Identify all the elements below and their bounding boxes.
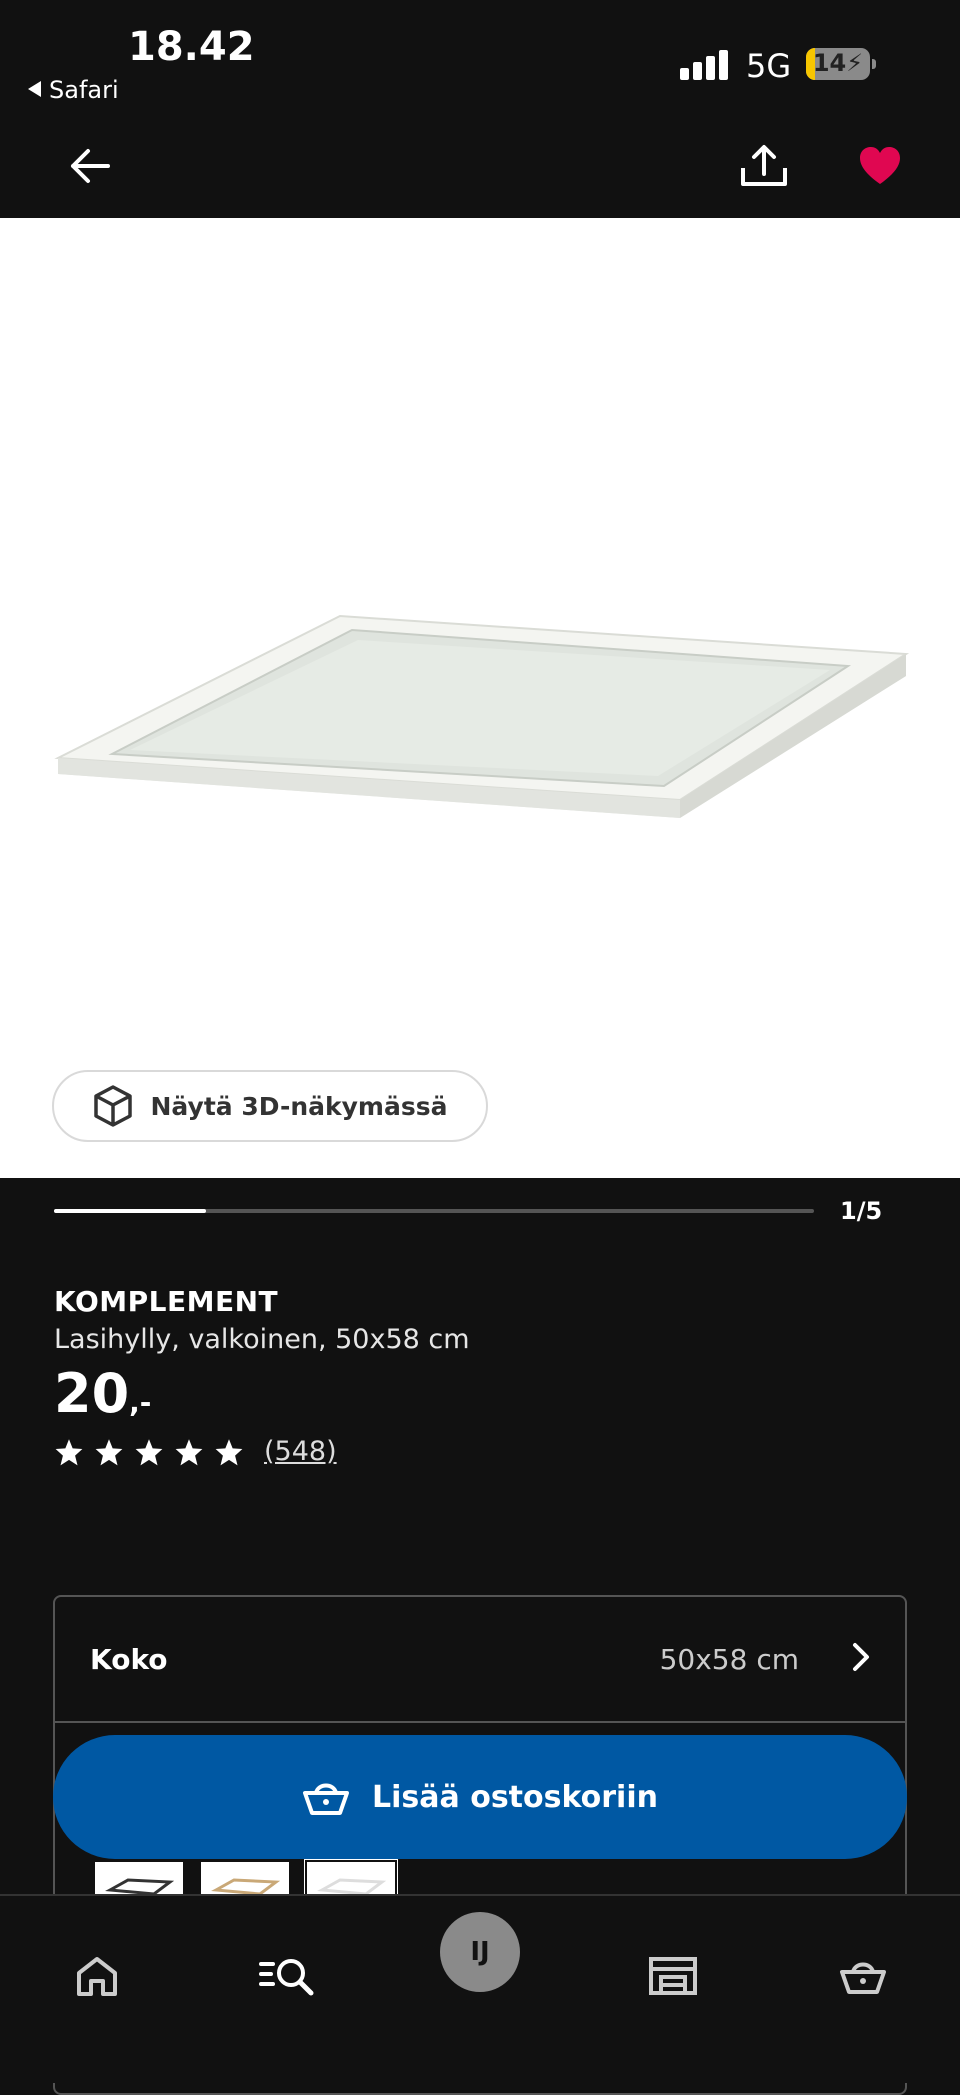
size-option-row[interactable]: Koko 50x58 cm	[55, 1597, 905, 1723]
battery-icon: 14⚡	[806, 48, 870, 80]
home-icon	[77, 1957, 117, 1996]
network-type: 5G	[746, 47, 792, 85]
nav-stores[interactable]	[638, 1946, 708, 2006]
heart-icon	[860, 147, 900, 184]
nav-search[interactable]	[252, 1946, 322, 2006]
add-to-cart-button[interactable]: Lisää ostoskoriin	[53, 1735, 907, 1859]
battery-level: 14	[812, 49, 847, 77]
back-app-label: Safari	[49, 76, 119, 104]
price-integer: 20	[54, 1362, 130, 1425]
star-icon	[55, 1438, 83, 1465]
product-description: Lasihylly, valkoinen, 50x58 cm	[54, 1324, 470, 1355]
nav-basket[interactable]	[828, 1946, 898, 2006]
back-button[interactable]	[60, 136, 120, 196]
cube-3d-icon	[93, 1085, 132, 1127]
star-row	[54, 1438, 244, 1466]
chevron-right-icon	[853, 1643, 869, 1671]
star-icon	[215, 1438, 243, 1465]
star-icon	[175, 1438, 203, 1465]
size-value: 50x58 cm	[659, 1643, 799, 1676]
price-decimal: ,-	[129, 1386, 152, 1419]
add-to-cart-label: Lisää ostoskoriin	[372, 1779, 658, 1815]
nav-profile-avatar[interactable]: IJ	[440, 1912, 520, 1992]
app-header	[0, 110, 960, 218]
nav-home[interactable]	[62, 1946, 132, 2006]
signal-icon	[680, 50, 730, 80]
star-icon	[135, 1438, 163, 1465]
status-time: 18.42	[128, 24, 255, 70]
review-count-link[interactable]: (548)	[264, 1436, 337, 1467]
product-image	[54, 614, 910, 818]
back-triangle-icon	[28, 81, 41, 97]
star-icon	[95, 1438, 123, 1465]
size-label: Koko	[90, 1643, 168, 1676]
gallery-progress-fill	[54, 1209, 206, 1213]
share-icon	[741, 145, 787, 186]
gallery-progress-bar	[54, 1209, 814, 1213]
view-3d-label: Näytä 3D-näkymässä	[150, 1091, 448, 1121]
product-price: 20,-	[54, 1362, 151, 1425]
status-bar: 18.42 Safari 5G 14⚡	[0, 0, 960, 110]
basket-icon	[840, 1962, 886, 1994]
basket-icon	[303, 1783, 350, 1815]
store-icon	[649, 1957, 697, 1995]
gallery-page-indicator: 1/5	[840, 1197, 883, 1225]
share-button[interactable]	[734, 136, 794, 196]
back-to-safari-link[interactable]: Safari	[28, 76, 119, 104]
view-3d-button[interactable]: Näytä 3D-näkymässä	[52, 1070, 488, 1142]
rating[interactable]: (548)	[54, 1436, 337, 1467]
arrow-left-icon	[71, 149, 110, 183]
product-name: KOMPLEMENT	[54, 1285, 279, 1318]
battery-tip	[872, 59, 876, 69]
product-image-gallery[interactable]	[0, 218, 960, 1178]
search-icon	[259, 1959, 314, 1996]
favorite-button[interactable]	[850, 136, 910, 196]
